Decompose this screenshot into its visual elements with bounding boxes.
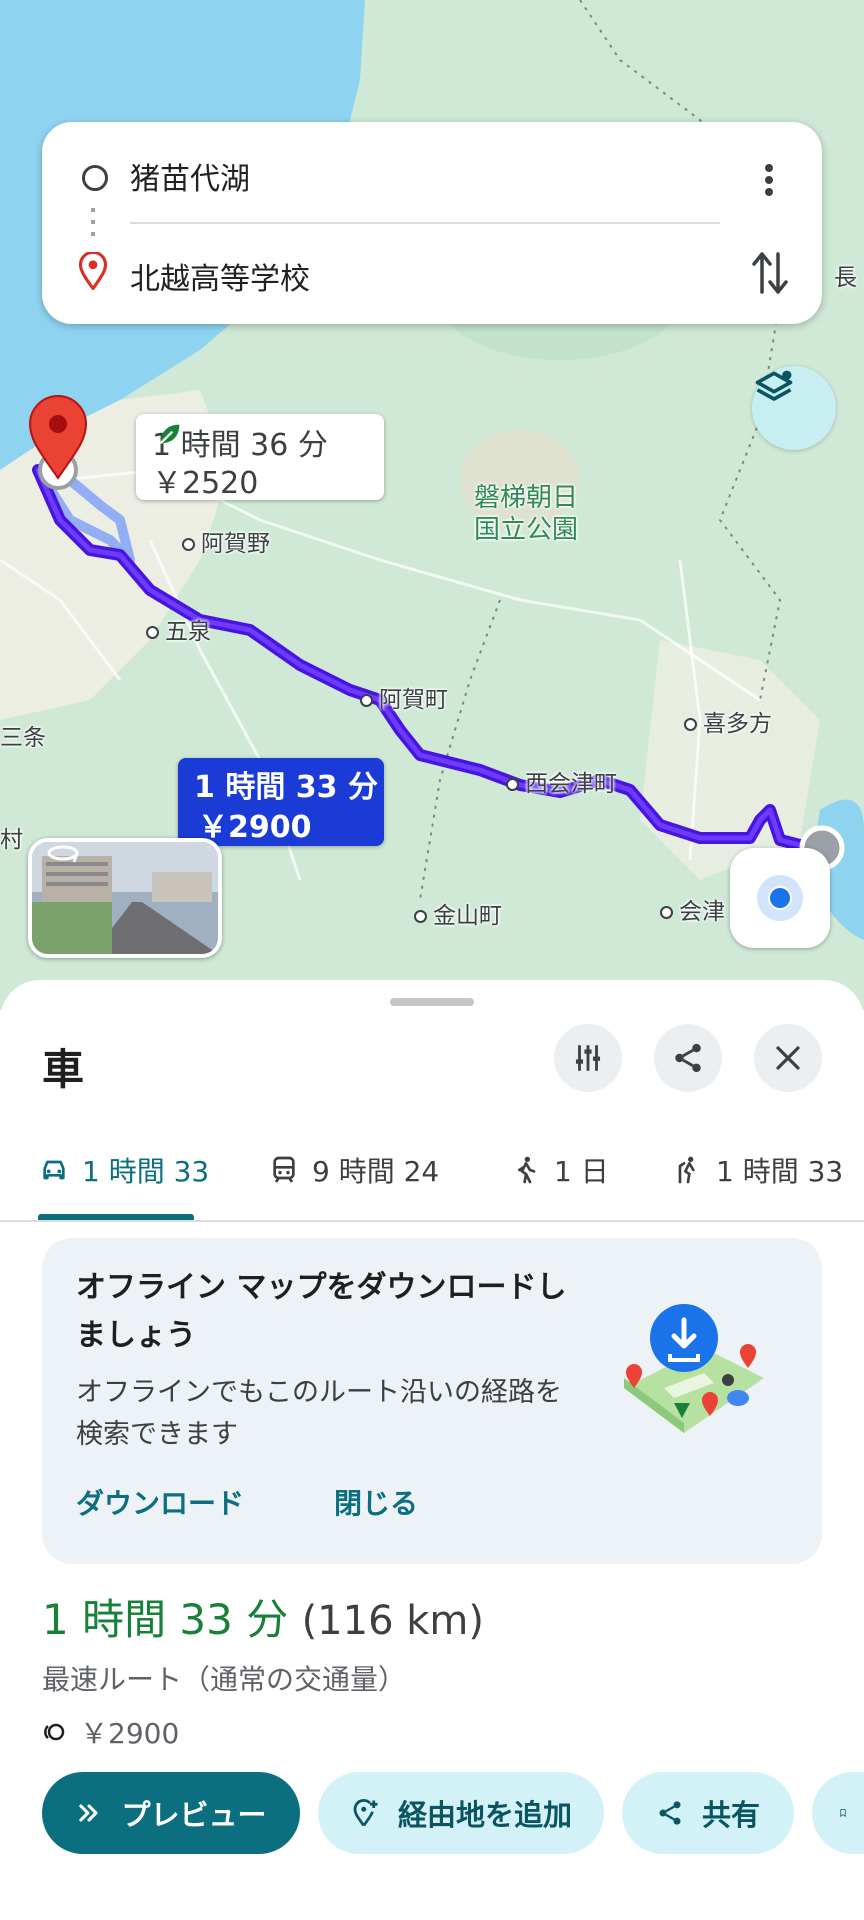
destination-field[interactable]: 北越高等学校 (130, 254, 310, 298)
active-tab-indicator (38, 1214, 194, 1220)
map-label-agamachi: 阿賀町 (360, 680, 448, 714)
offline-map-card: オフライン マップをダウンロードしましょう オフラインでもこのルート沿いの経路を… (42, 1238, 822, 1564)
close-directions-button[interactable] (754, 1024, 822, 1092)
save-button-partial[interactable] (812, 1772, 864, 1854)
add-stop-button[interactable]: 経由地を追加 (318, 1772, 604, 1854)
map-label-agano: 阿賀野 (182, 524, 270, 558)
more-options-icon[interactable] (754, 160, 784, 200)
alt-route-fare: ￥2520 (152, 466, 259, 501)
route-description: 最速ルート（通常の交通量） (42, 1663, 407, 1696)
sheet-drag-handle[interactable] (390, 998, 474, 1006)
tab-driving[interactable]: 1 時間 33 (38, 1120, 209, 1220)
tune-icon (575, 1045, 601, 1071)
share-button[interactable]: 共有 (622, 1772, 794, 1854)
origin-row[interactable]: 猪苗代湖 (42, 132, 822, 212)
train-icon (273, 1156, 295, 1183)
main-route-time: 1 時間 33 分 (194, 770, 378, 805)
destination-row[interactable]: 北越高等学校 (42, 232, 822, 312)
add-location-icon (353, 1799, 378, 1827)
tab-walking-label: 1 日 (554, 1155, 609, 1188)
car-icon (43, 1160, 65, 1180)
walk-icon (518, 1156, 536, 1184)
share-route-button[interactable] (654, 1024, 722, 1092)
map-label-park: 磐梯朝日 国立公園 (474, 483, 579, 545)
download-link[interactable]: ダウンロード (76, 1482, 244, 1522)
map-label-kitakata: 喜多方 (684, 704, 772, 738)
map-label-nishiaizu: 西会津町 (506, 764, 617, 798)
ride-icon (678, 1156, 695, 1184)
dismiss-link[interactable]: 閉じる (334, 1482, 418, 1522)
route-distance: (116 km) (301, 1598, 484, 1644)
add-stop-label: 経由地を追加 (397, 1798, 572, 1832)
tab-ride-label: 1 時間 33 (716, 1155, 844, 1188)
tab-walking[interactable]: 1 日 (510, 1120, 609, 1220)
map-label-mura: 村 (0, 827, 23, 853)
destination-pin-icon (78, 252, 108, 290)
mode-title: 車 (42, 1045, 85, 1094)
main-route-fare: ￥2900 (198, 810, 312, 845)
eco-leaf-icon (159, 424, 180, 445)
toll-amount: ￥2900 (80, 1717, 180, 1750)
layers-icon (755, 370, 793, 401)
origin-field[interactable]: 猪苗代湖 (130, 154, 250, 198)
close-icon (776, 1046, 800, 1070)
offline-card-title: オフライン マップをダウンロードしましょう (76, 1270, 567, 1353)
rotate-360-icon (47, 845, 79, 863)
swap-icon[interactable] (748, 248, 792, 298)
preview-label: プレビュー (121, 1798, 267, 1832)
offline-card-description: オフラインでもこのルート沿いの経路を検索できます (76, 1377, 562, 1450)
toll-info: ￥2900 (42, 1712, 179, 1752)
alt-route-callout[interactable]: 1 時間 36 分 ￥2520 (136, 414, 384, 501)
origin-circle-icon (82, 165, 108, 191)
route-options-button[interactable] (554, 1024, 622, 1092)
map-label-aizu: 会津 (660, 892, 725, 926)
travel-mode-tabs: 1 時間 33 9 時間 24 1 日 1 時間 33 (0, 1120, 864, 1222)
preview-button[interactable]: プレビュー (42, 1772, 300, 1854)
tab-transit-label: 9 時間 24 (312, 1155, 440, 1188)
map-label-sanjo: 三条 (0, 725, 46, 751)
directions-sheet: 車 1 時間 33 9 時間 24 1 日 1 時間 33 オフライン マップを… (0, 980, 864, 1920)
offline-map-illustration (624, 1304, 764, 1433)
map-label-naga: 長 (834, 265, 857, 291)
tab-transit[interactable]: 9 時間 24 (268, 1120, 439, 1220)
map-label-gosen: 五泉 (146, 612, 211, 646)
directions-search-card: 猪苗代湖 北越高等学校 (42, 122, 822, 324)
tab-ride[interactable]: 1 時間 33 (672, 1120, 843, 1220)
route-duration: 1 時間 33 分 (42, 1595, 289, 1644)
layers-button[interactable] (752, 366, 836, 450)
location-icon (757, 875, 803, 921)
double-chevron-icon (79, 1804, 99, 1822)
street-view-thumbnail[interactable] (28, 838, 222, 958)
search-divider (130, 222, 720, 224)
route-summary: 1 時間 33 分 (116 km) (42, 1586, 484, 1647)
bookmark-icon (840, 1809, 846, 1818)
map-label-kaneyama: 金山町 (414, 896, 502, 930)
share-label: 共有 (701, 1798, 760, 1832)
share-icon (675, 1043, 701, 1073)
tab-driving-label: 1 時間 33 (82, 1155, 210, 1188)
main-route-callout[interactable]: 1 時間 33 分 ￥2900 (178, 758, 384, 846)
my-location-button[interactable] (730, 848, 830, 948)
toll-icon (44, 1723, 65, 1741)
share-icon (659, 1801, 681, 1825)
